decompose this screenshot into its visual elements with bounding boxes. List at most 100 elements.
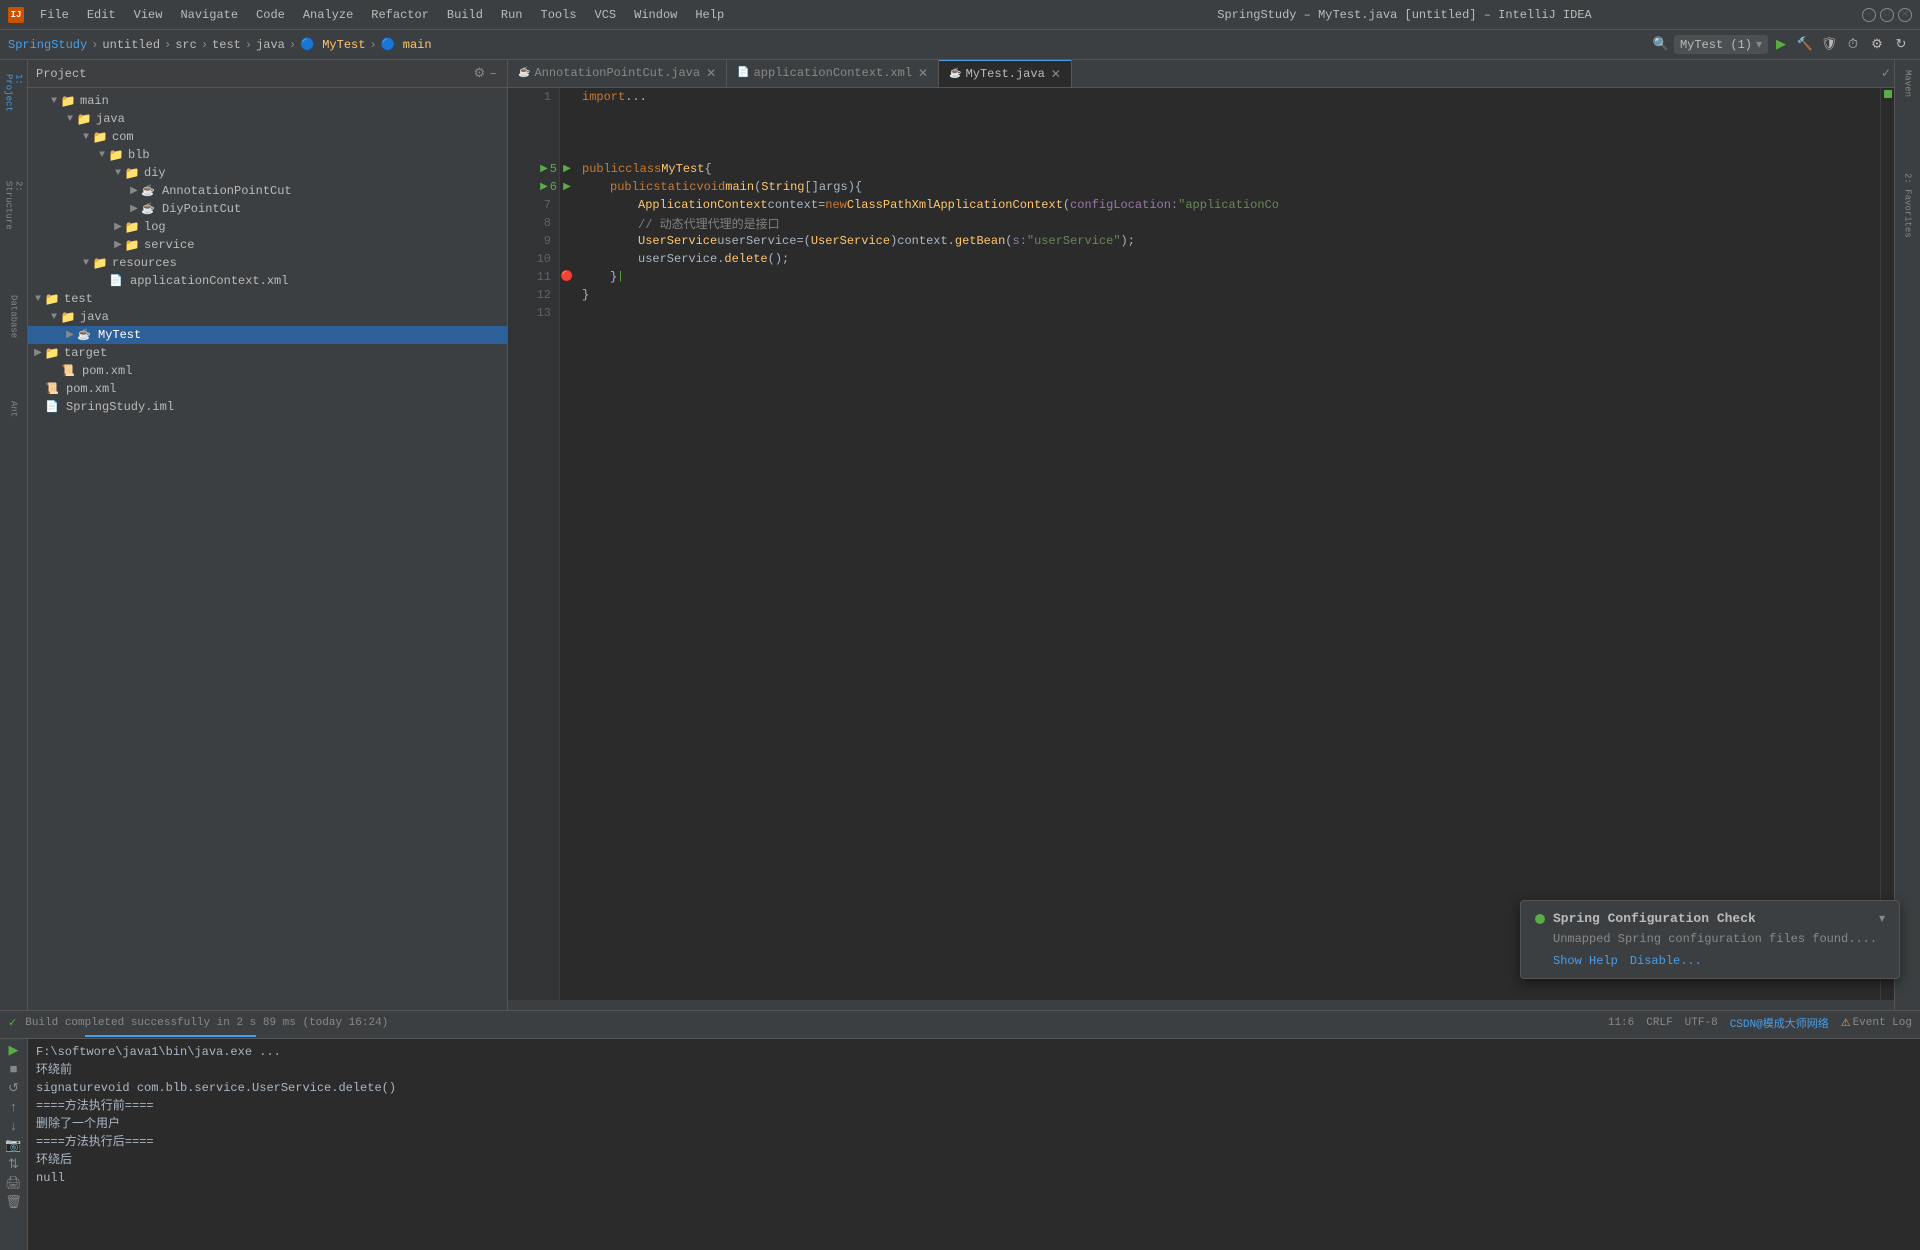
tab-icon-annotation: ☕ (518, 67, 530, 79)
menu-build[interactable]: Build (439, 6, 491, 24)
code-h-scrollbar[interactable] (508, 1000, 1894, 1010)
chevron-blb: ▼ (96, 149, 108, 161)
print-button[interactable]: 🖨 (5, 1176, 22, 1191)
tab-close-xml[interactable]: ✕ (918, 66, 928, 81)
stop-console-button[interactable]: ■ (10, 1062, 18, 1077)
tab-close-annotation[interactable]: ✕ (706, 66, 716, 81)
tree-item-annotationpointcut[interactable]: ▶ ☕ AnnotationPointCut (28, 182, 507, 200)
scroll-up-button[interactable]: ↑ (10, 1100, 18, 1115)
menu-edit[interactable]: Edit (79, 6, 124, 24)
run-console-button[interactable]: ▶ (9, 1043, 19, 1058)
snapshot-button[interactable]: 📷 (5, 1138, 21, 1153)
menu-run[interactable]: Run (493, 6, 531, 24)
menu-refactor[interactable]: Refactor (363, 6, 437, 24)
menu-code[interactable]: Code (248, 6, 293, 24)
tree-item-resources[interactable]: ▼ 📁 resources (28, 254, 507, 272)
profile-button[interactable]: ⏱ (1842, 34, 1864, 56)
sidebar-database-icon[interactable]: Database (2, 292, 26, 342)
minimize-button[interactable]: – (1862, 8, 1876, 22)
line-num-11: 11 (537, 268, 559, 286)
fold-6[interactable]: ▶ (560, 178, 574, 196)
tree-item-appcontext-xml[interactable]: ▶ 📄 applicationContext.xml (28, 272, 507, 290)
clear-console-button[interactable]: 🗑 (5, 1195, 22, 1210)
tree-label-diy: diy (144, 166, 166, 180)
tree-item-diy[interactable]: ▼ 📁 diy (28, 164, 507, 182)
tab-close-mytest[interactable]: ✕ (1051, 67, 1061, 82)
coverage-button[interactable]: 🛡 (1818, 34, 1840, 56)
chevron-main: ▼ (48, 95, 60, 107)
fold-7 (560, 196, 574, 214)
menu-navigate[interactable]: Navigate (172, 6, 246, 24)
panel-settings-icon[interactable]: ⚙ (472, 64, 488, 83)
breadcrumb-test[interactable]: test (212, 38, 241, 52)
update-button[interactable]: ↻ (1890, 34, 1912, 56)
event-log[interactable]: ⚠ Event Log (1841, 1016, 1912, 1030)
favorites-sidebar-icon[interactable]: 2: Favorites (1901, 167, 1915, 244)
tree-item-main[interactable]: ▼ 📁 main (28, 92, 507, 110)
tree-item-service[interactable]: ▶ 📁 service (28, 236, 507, 254)
fold-11[interactable]: 🔴 (560, 268, 574, 286)
search-everywhere-icon[interactable]: 🔍 (1650, 34, 1672, 56)
menu-tools[interactable]: Tools (533, 6, 585, 24)
settings-button[interactable]: ⚙ (1866, 34, 1888, 56)
tree-item-iml[interactable]: ▶ 📄 SpringStudy.iml (28, 398, 507, 416)
sidebar-structure-icon[interactable]: 2: Structure (2, 180, 26, 230)
menu-file[interactable]: File (32, 6, 77, 24)
tab-bar-close-all[interactable]: ✓ (1878, 60, 1894, 87)
tab-xml[interactable]: 📄 applicationContext.xml ✕ (727, 60, 939, 87)
window-title: SpringStudy – MyTest.java [untitled] – I… (947, 8, 1862, 22)
fold-5[interactable]: ▶ (560, 160, 574, 178)
menu-view[interactable]: View (126, 6, 171, 24)
run-config-dropdown[interactable]: ▾ (1756, 37, 1762, 52)
line-num-12: 12 (537, 286, 559, 304)
encoding[interactable]: UTF-8 (1685, 1017, 1718, 1029)
breadcrumb-main[interactable]: 🔵 main (381, 37, 432, 52)
rerun-button[interactable]: ↺ (8, 1081, 19, 1096)
run-button[interactable]: ▶ (1770, 34, 1792, 56)
console-sidebar: ▶ ■ ↺ ↑ ↓ 📷 ⇅ 🖨 🗑 (0, 1039, 28, 1250)
xml-icon-pom-inner: 📜 (60, 363, 76, 379)
line-ending[interactable]: CRLF (1646, 1017, 1672, 1029)
sidebar-ant-icon[interactable]: Ant (2, 384, 26, 434)
tree-item-blb[interactable]: ▼ 📁 blb (28, 146, 507, 164)
console-area: ▶ ■ ↺ ↑ ↓ 📷 ⇅ 🖨 🗑 F:\softwore\java1\bin\… (0, 1039, 1920, 1250)
maven-sidebar-icon[interactable]: Maven (1901, 64, 1915, 103)
tab-mytest[interactable]: ☕ MyTest.java ✕ (939, 60, 1072, 87)
folder-icon-diy: 📁 (124, 165, 140, 181)
maximize-button[interactable]: □ (1880, 8, 1894, 22)
tree-item-diypointcut[interactable]: ▶ ☕ DiyPointCut (28, 200, 507, 218)
tree-item-target[interactable]: ▶ 📁 target (28, 344, 507, 362)
tree-item-java[interactable]: ▼ 📁 java (28, 110, 507, 128)
tree-item-log[interactable]: ▶ 📁 log (28, 218, 507, 236)
line-num-3 (551, 124, 559, 142)
build-button[interactable]: 🔨 (1794, 34, 1816, 56)
menu-vcs[interactable]: VCS (587, 6, 625, 24)
menu-analyze[interactable]: Analyze (295, 6, 361, 24)
console-output[interactable]: F:\softwore\java1\bin\java.exe ... 环绕前 s… (28, 1039, 1920, 1250)
breadcrumb-java[interactable]: java (256, 38, 285, 52)
menu-window[interactable]: Window (626, 6, 685, 24)
tree-item-com[interactable]: ▼ 📁 com (28, 128, 507, 146)
menu-help[interactable]: Help (687, 6, 732, 24)
tree-item-java-test[interactable]: ▼ 📁 java (28, 308, 507, 326)
breadcrumb-mytest-class[interactable]: 🔵 MyTest (300, 37, 365, 52)
sidebar-project-icon[interactable]: 1: Project (2, 68, 26, 118)
tree-label-log: log (144, 220, 166, 234)
code-line-5: public class MyTest { (582, 160, 1872, 178)
tree-item-mytest[interactable]: ▶ ☕ MyTest (28, 326, 507, 344)
tab-annotation[interactable]: ☕ AnnotationPointCut.java ✕ (508, 60, 727, 87)
tree-item-test[interactable]: ▼ 📁 test (28, 290, 507, 308)
line-col[interactable]: 11:6 (1608, 1017, 1634, 1029)
breadcrumb-src[interactable]: src (175, 38, 197, 52)
code-content[interactable]: import ... public class MyTest { public … (574, 88, 1880, 1000)
close-button[interactable]: ✕ (1898, 8, 1912, 22)
panel-minimize-icon[interactable]: – (487, 64, 499, 83)
tree-item-pom-inner[interactable]: ▶ 📜 pom.xml (28, 362, 507, 380)
breadcrumb-project[interactable]: SpringStudy (8, 38, 87, 52)
run-config-selector[interactable]: MyTest (1) ▾ (1674, 35, 1768, 54)
breadcrumb-module[interactable]: untitled (102, 38, 160, 52)
tree-item-pom[interactable]: ▶ 📜 pom.xml (28, 380, 507, 398)
fold-console-button[interactable]: ⇅ (8, 1157, 19, 1172)
left-sidebar: 1: Project 2: Structure Database Ant (0, 60, 28, 1010)
scroll-down-button[interactable]: ↓ (10, 1119, 18, 1134)
